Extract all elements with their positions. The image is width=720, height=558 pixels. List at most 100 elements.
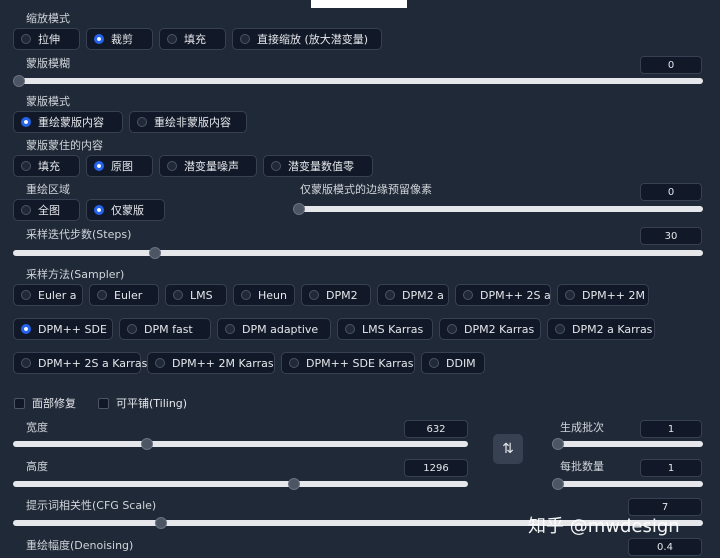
sampler-option[interactable]: DPM2 a Karras [547, 318, 655, 340]
radio-dot [173, 290, 183, 300]
sampler-option[interactable]: Euler a [13, 284, 83, 306]
sampler-option[interactable]: DPM2 a [377, 284, 449, 306]
batch-size-label: 每批数量 [560, 460, 604, 473]
steps-slider[interactable] [13, 247, 703, 259]
mask-mode-inpaint-masked[interactable]: 重绘蒙版内容 [13, 111, 123, 133]
radio-dot [271, 161, 281, 171]
radio-dot [21, 34, 31, 44]
width-slider[interactable] [13, 438, 468, 450]
batch-size-input[interactable]: 1 [640, 459, 702, 477]
width-input[interactable]: 632 [404, 420, 468, 438]
inpaint-area-whole[interactable]: 全图 [13, 199, 80, 221]
height-input[interactable]: 1296 [404, 459, 468, 477]
radio-dot [21, 205, 31, 215]
slider-thumb[interactable] [287, 478, 300, 490]
radio-dot-selected [94, 205, 104, 215]
radio-dot [463, 290, 473, 300]
slider-thumb[interactable] [13, 75, 25, 87]
padding-slider[interactable] [293, 203, 703, 215]
width-label: 宽度 [26, 421, 48, 434]
radio-dot-selected [94, 34, 104, 44]
sampler-option[interactable]: DPM++ 2S a Karras [13, 352, 147, 374]
sampler-option[interactable]: DDIM [421, 352, 485, 374]
radio-dot [21, 358, 31, 368]
slider-thumb[interactable] [148, 247, 161, 259]
cfg-scale-label: 提示词相关性(CFG Scale) [26, 499, 157, 512]
sampler-option[interactable]: DPM fast [119, 318, 211, 340]
sampler-label: 采样方法(Sampler) [26, 268, 125, 281]
swap-arrows-icon: ⇅ [502, 441, 514, 457]
resize-option-fill[interactable]: 填充 [159, 28, 226, 50]
swap-dimensions-button[interactable]: ⇅ [493, 434, 523, 464]
mask-blur-label: 蒙版模糊 [26, 57, 70, 70]
sampler-option[interactable]: LMS [165, 284, 227, 306]
radio-dot-selected [21, 324, 31, 334]
masked-content-original[interactable]: 原图 [86, 155, 153, 177]
face-restore-checkbox[interactable]: 面部修复 [14, 395, 76, 411]
tiling-checkbox[interactable]: 可平铺(Tiling) [98, 395, 187, 411]
masked-content-latent-nothing[interactable]: 潜变量数值零 [263, 155, 373, 177]
inpaint-area-group: 全图 仅蒙版 [13, 199, 165, 221]
padding-label: 仅蒙版模式的边缘预留像素 [300, 183, 432, 196]
checkbox-box [14, 397, 25, 409]
batch-count-slider[interactable] [552, 438, 703, 450]
resize-option-crop[interactable]: 裁剪 [86, 28, 153, 50]
radio-dot [289, 358, 299, 368]
masked-content-latent-noise[interactable]: 潜变量噪声 [159, 155, 257, 177]
slider-thumb[interactable] [141, 438, 154, 450]
padding-input[interactable]: 0 [640, 183, 702, 201]
resize-option-latent[interactable]: 直接缩放 (放大潜变量) [232, 28, 382, 50]
radio-dot [385, 290, 395, 300]
sampler-option[interactable]: LMS Karras [337, 318, 433, 340]
height-label: 高度 [26, 460, 48, 473]
mask-blur-input[interactable]: 0 [640, 56, 702, 74]
radio-dot [167, 161, 177, 171]
masked-content-fill[interactable]: 填充 [13, 155, 80, 177]
sampler-option[interactable]: DPM++ SDE [13, 318, 113, 340]
radio-dot [555, 324, 565, 334]
radio-dot [429, 358, 439, 368]
sampler-option[interactable]: DPM adaptive [217, 318, 331, 340]
radio-dot [241, 290, 251, 300]
radio-dot [137, 117, 147, 127]
mask-blur-slider[interactable] [13, 75, 703, 87]
inpaint-area-label: 重绘区域 [26, 183, 70, 196]
watermark-text: 知乎 @mwdesign [528, 516, 680, 537]
batch-count-label: 生成批次 [560, 421, 604, 434]
mask-mode-inpaint-unmasked[interactable]: 重绘非蒙版内容 [129, 111, 247, 133]
sampler-row-2: DPM++ SDE DPM fast DPM adaptive LMS Karras D… [13, 318, 655, 340]
sampler-option[interactable]: Heun [233, 284, 295, 306]
slider-thumb[interactable] [293, 203, 305, 215]
denoising-input[interactable]: 0.4 [628, 538, 702, 556]
sampler-option[interactable]: DPM++ 2M [557, 284, 649, 306]
radio-dot [225, 324, 235, 334]
sampler-option[interactable]: DPM++ SDE Karras [281, 352, 415, 374]
steps-input[interactable]: 30 [640, 227, 702, 245]
radio-dot [447, 324, 457, 334]
radio-dot [309, 290, 319, 300]
radio-dot [21, 161, 31, 171]
sampler-option[interactable]: DPM2 Karras [439, 318, 541, 340]
slider-thumb[interactable] [155, 517, 168, 529]
batch-size-slider[interactable] [552, 478, 703, 490]
batch-count-input[interactable]: 1 [640, 420, 702, 438]
radio-dot [345, 324, 355, 334]
radio-dot [240, 34, 250, 44]
slider-thumb[interactable] [552, 438, 564, 450]
inpaint-area-only-masked[interactable]: 仅蒙版 [86, 199, 165, 221]
height-slider[interactable] [13, 478, 468, 490]
slider-thumb[interactable] [552, 478, 564, 490]
checkbox-box [98, 397, 109, 409]
resize-option-stretch[interactable]: 拉伸 [13, 28, 80, 50]
mask-mode-group: 重绘蒙版内容 重绘非蒙版内容 [13, 111, 247, 133]
radio-dot-selected [21, 117, 31, 127]
radio-dot [97, 290, 107, 300]
top-white-box [311, 0, 407, 8]
sampler-option[interactable]: DPM2 [301, 284, 371, 306]
sampler-option[interactable]: DPM++ 2M Karras [147, 352, 275, 374]
sampler-option[interactable]: Euler [89, 284, 159, 306]
masked-content-group: 填充 原图 潜变量噪声 潜变量数值零 [13, 155, 373, 177]
sampler-option[interactable]: DPM++ 2S a [455, 284, 551, 306]
sampler-row-3: DPM++ 2S a Karras DPM++ 2M Karras DPM++ SD… [13, 352, 485, 374]
steps-label: 采样迭代步数(Steps) [26, 228, 132, 241]
